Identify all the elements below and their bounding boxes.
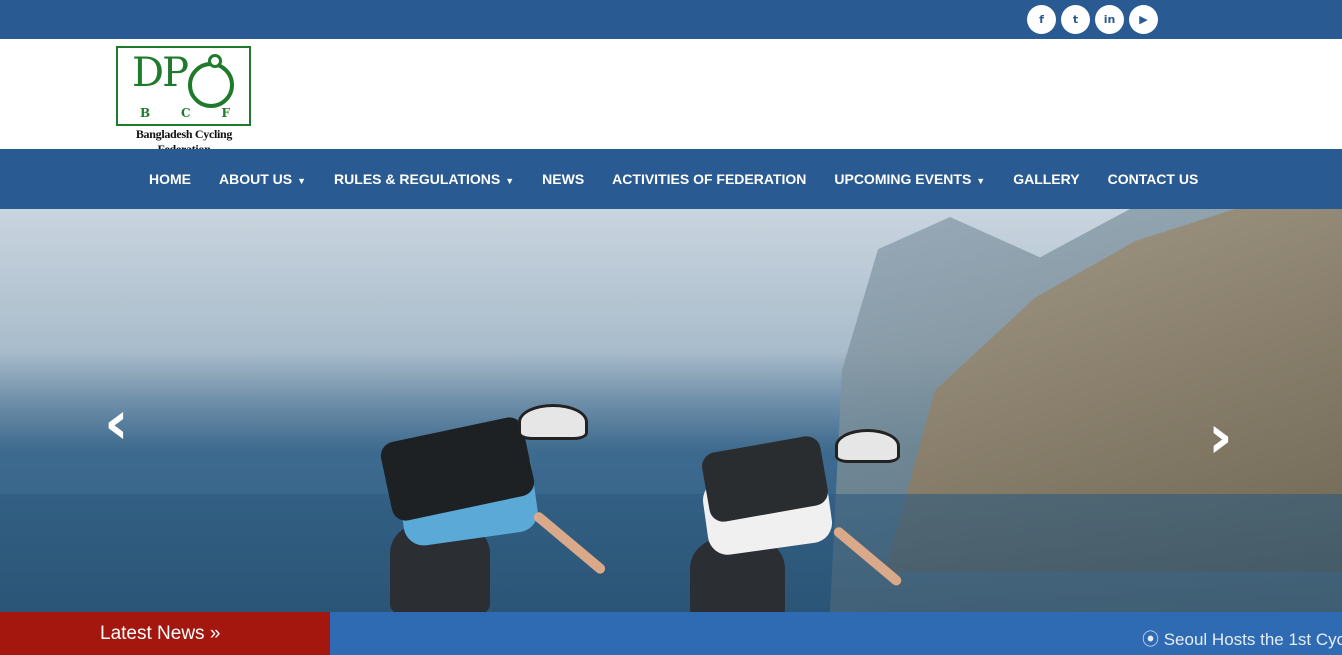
nav-label: UPCOMING EVENTS [834, 171, 972, 187]
nav-label: CONTACT US [1107, 171, 1199, 187]
logo-head-mark [208, 54, 222, 68]
twitter-icon[interactable]: t [1061, 5, 1090, 34]
nav-label: ACTIVITIES OF FEDERATION [612, 171, 807, 187]
youtube-icon[interactable]: ▶ [1129, 5, 1158, 34]
social-links: f t in ▶ [1027, 5, 1158, 34]
logo-cyclist-mark: DP [132, 50, 189, 96]
news-ticker: ⦿ Seoul Hosts the 1st Cyc [330, 612, 1342, 655]
nav-item-news[interactable]: NEWS [528, 171, 598, 187]
top-bar: f t in ▶ [0, 0, 1342, 39]
nav-item-contact-us[interactable]: CONTACT US [1094, 171, 1213, 187]
carousel-next-icon[interactable]: › [1208, 407, 1233, 467]
logo-wheel-mark [188, 62, 234, 108]
main-navigation: HOME ABOUT US ▼ RULES & REGULATIONS ▼ NEWS… [0, 149, 1342, 209]
nav-item-about-us[interactable]: ABOUT US ▼ [205, 171, 320, 187]
nav-label: HOME [149, 171, 191, 187]
hero-carousel [0, 209, 1342, 612]
nav-item-rules-regulations[interactable]: RULES & REGULATIONS ▼ [320, 171, 528, 187]
logo-letter: C [181, 106, 191, 120]
logo-letter: B [140, 106, 151, 120]
latest-news-text: Latest News » [100, 622, 221, 644]
hero-cyclist-left [378, 404, 645, 612]
caret-down-icon: ▼ [976, 176, 986, 186]
linkedin-icon[interactable]: in [1095, 5, 1124, 34]
facebook-icon[interactable]: f [1027, 5, 1056, 34]
nav-item-home[interactable]: HOME [135, 171, 205, 187]
nav-item-gallery[interactable]: GALLERY [999, 171, 1093, 187]
caret-down-icon: ▼ [297, 176, 307, 186]
latest-news-label: Latest News » [0, 612, 330, 655]
nav-label: RULES & REGULATIONS [334, 171, 501, 187]
nav-item-activities[interactable]: ACTIVITIES OF FEDERATION [598, 171, 820, 187]
nav-label: GALLERY [1013, 171, 1080, 187]
carousel-prev-icon[interactable]: ‹ [104, 393, 129, 453]
logo-initials: B C F [140, 106, 230, 120]
hero-cyclist-right [690, 429, 920, 612]
site-header: DP B C F Bangladesh Cycling Federation [0, 39, 1342, 156]
nav-label: NEWS [542, 171, 585, 187]
nav-item-upcoming-events[interactable]: UPCOMING EVENTS ▼ [820, 171, 999, 187]
logo-frame: DP B C F [116, 46, 251, 126]
logo-letter: F [221, 106, 230, 120]
ticker-item[interactable]: ⦿ Seoul Hosts the 1st Cyc [1142, 625, 1342, 650]
nav-label: ABOUT US [219, 171, 293, 187]
site-logo[interactable]: DP B C F Bangladesh Cycling Federation [116, 46, 252, 156]
caret-down-icon: ▼ [505, 176, 515, 186]
hero-lake [0, 494, 1342, 612]
